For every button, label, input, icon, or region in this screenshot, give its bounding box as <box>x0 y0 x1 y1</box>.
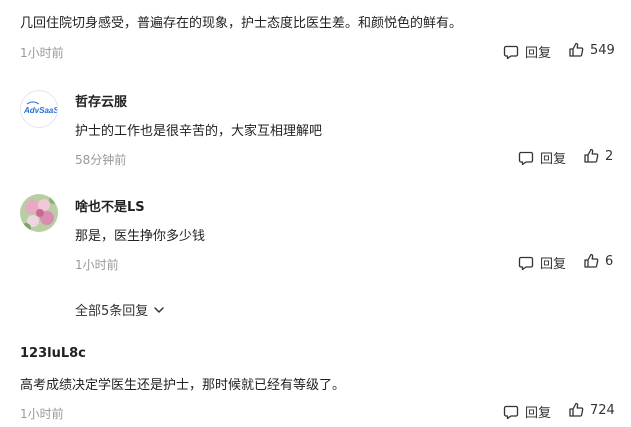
reply-button[interactable]: 回复 <box>503 42 551 61</box>
speech-bubble-icon <box>518 256 534 270</box>
thumbs-up-icon <box>569 42 584 57</box>
avatar[interactable]: AdvSaaS <box>20 90 58 128</box>
like-button[interactable]: 6 <box>583 253 613 269</box>
expand-replies-label: 全部5条回复 <box>75 304 149 319</box>
reply-text: 护士的工作也是很辛苦的，大家互相理解吧 <box>75 124 323 139</box>
comment-time: 1小时前 <box>20 46 64 60</box>
comment-text: 几回住院切身感受，普遍存在的现象，护士态度比医生差。和颜悦色的鲜有。 <box>20 16 463 31</box>
like-count: 2 <box>605 148 614 164</box>
reply-author[interactable]: 啥也不是LS <box>75 196 145 215</box>
reply-label: 回复 <box>525 406 552 421</box>
reply-label: 回复 <box>525 46 552 61</box>
speech-bubble-icon <box>503 45 519 59</box>
reply-label: 回复 <box>540 257 567 272</box>
reply-button[interactable]: 回复 <box>503 402 551 421</box>
reply-button[interactable]: 回复 <box>518 148 566 167</box>
comment-author[interactable]: 123luL8c <box>20 346 86 361</box>
reply-time: 58分钟前 <box>75 153 127 167</box>
expand-replies-button[interactable]: 全部5条回复 <box>75 300 165 319</box>
reply-time: 1小时前 <box>75 258 119 272</box>
avdsaas-logo-icon: AdvSaaS <box>23 101 57 115</box>
thumbs-up-icon <box>584 148 599 163</box>
speech-bubble-icon <box>503 405 519 419</box>
like-count: 6 <box>605 253 614 269</box>
reply-author[interactable]: 哲存云服 <box>75 91 127 110</box>
thumbs-up-icon <box>569 402 584 417</box>
speech-bubble-icon <box>518 151 534 165</box>
like-button[interactable]: 2 <box>583 148 613 164</box>
reply-button[interactable]: 回复 <box>518 253 566 272</box>
like-count: 549 <box>590 42 615 58</box>
comment-time: 1小时前 <box>20 407 64 421</box>
reply-label: 回复 <box>540 152 567 167</box>
chevron-down-icon <box>154 306 165 313</box>
like-button[interactable]: 724 <box>568 402 615 418</box>
flower-photo-icon <box>20 194 58 232</box>
like-button[interactable]: 549 <box>568 42 615 58</box>
comment-text: 高考成绩决定学医生还是护士，那时候就已经有等级了。 <box>20 378 346 393</box>
like-count: 724 <box>590 402 615 418</box>
thumbs-up-icon <box>584 253 599 268</box>
avatar[interactable] <box>20 194 58 232</box>
reply-text: 那是，医生挣你多少钱 <box>75 229 206 244</box>
svg-text:AdvSaaS: AdvSaaS <box>23 106 57 115</box>
